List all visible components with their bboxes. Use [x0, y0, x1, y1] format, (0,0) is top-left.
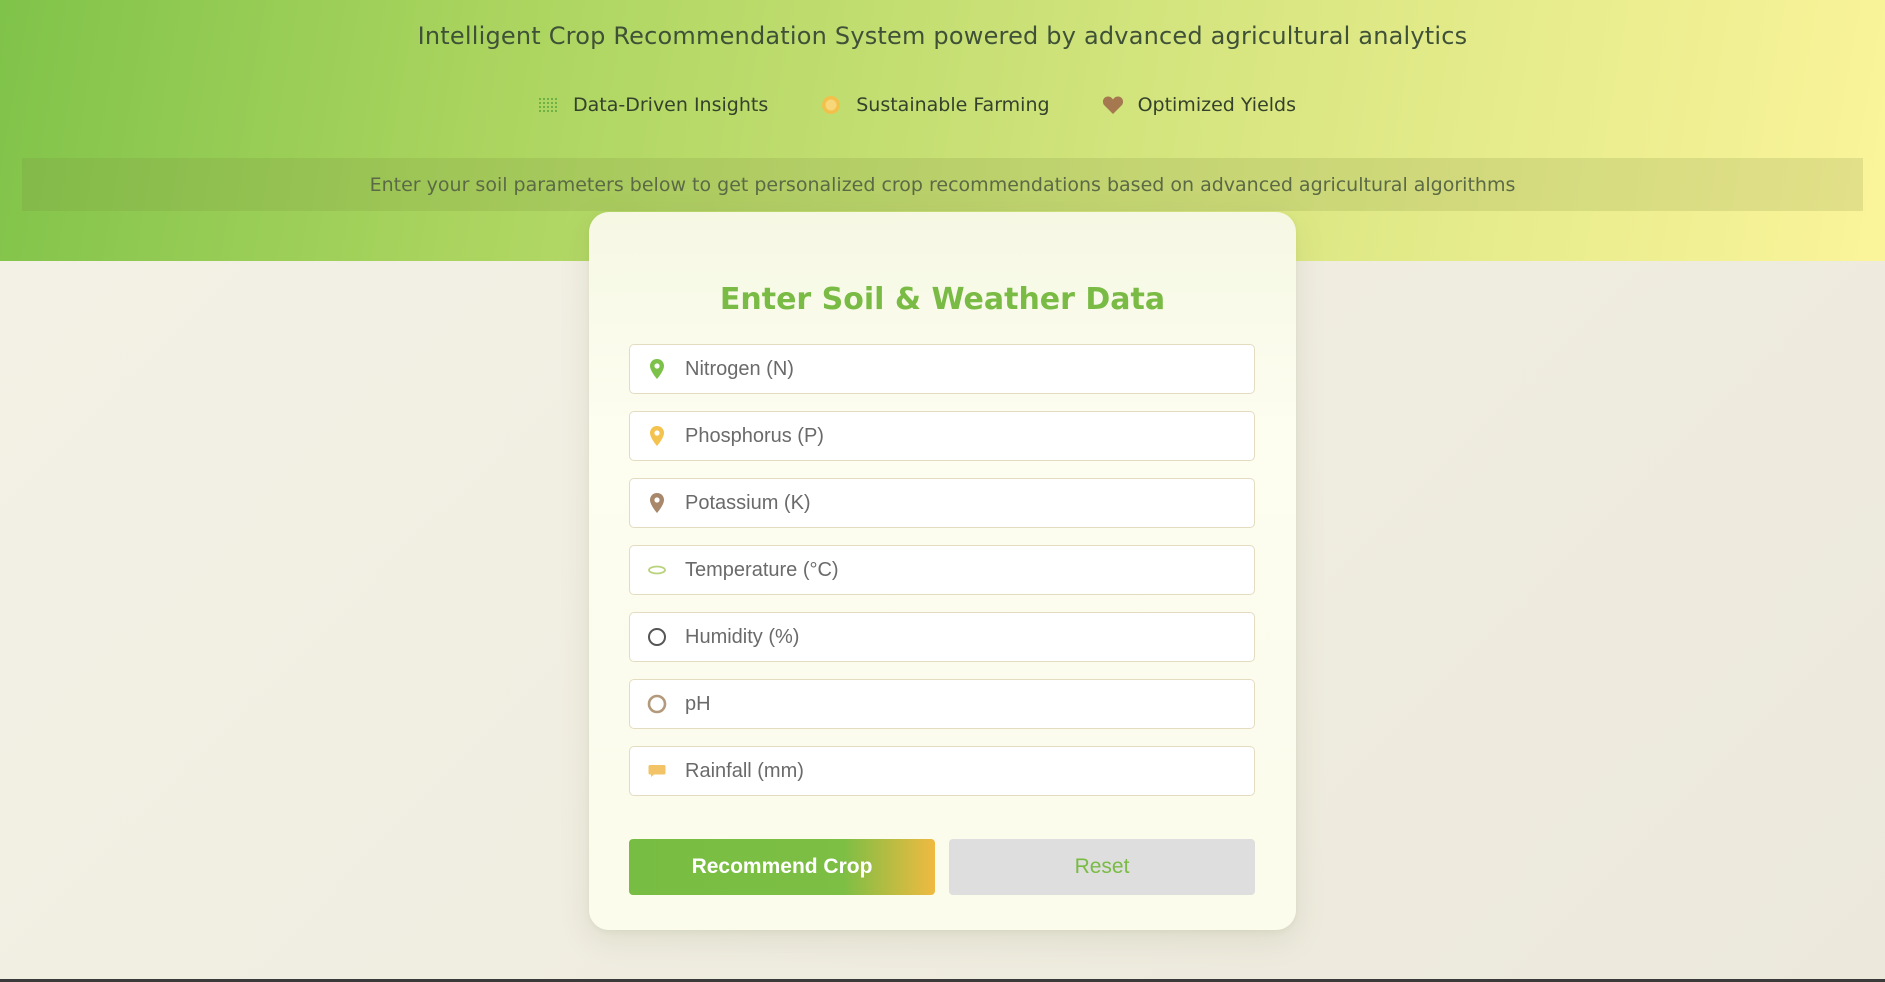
feature-sustainable: Sustainable Farming — [820, 94, 1050, 116]
potassium-field[interactable] — [629, 478, 1255, 528]
hero-subtitle: Intelligent Crop Recommendation System p… — [417, 22, 1468, 50]
map-pin-icon — [646, 358, 668, 380]
cloud-rain-icon — [646, 760, 668, 782]
humidity-field[interactable] — [629, 612, 1255, 662]
map-pin-icon — [646, 492, 668, 514]
feature-data-driven: Data-Driven Insights — [537, 94, 768, 116]
temperature-input[interactable] — [685, 558, 1225, 582]
feature-list: Data-Driven Insights Sustainable Farming… — [0, 94, 1885, 116]
feature-label: Data-Driven Insights — [573, 94, 769, 116]
map-pin-icon — [646, 425, 668, 447]
rainfall-field[interactable] — [629, 746, 1255, 796]
nitrogen-input[interactable] — [685, 357, 1225, 381]
grid-dots-icon — [537, 94, 559, 116]
feature-label: Sustainable Farming — [856, 94, 1050, 116]
feature-label: Optimized Yields — [1137, 94, 1296, 116]
rainfall-input[interactable] — [685, 759, 1225, 783]
humidity-input[interactable] — [685, 625, 1225, 649]
form-title: Enter Soil & Weather Data — [719, 282, 1166, 317]
recommend-crop-button[interactable]: Recommend Crop — [629, 839, 935, 895]
info-banner: Enter your soil parameters below to get … — [22, 158, 1863, 211]
sun-icon — [820, 94, 842, 116]
heart-icon — [1102, 94, 1124, 116]
crop-form-card: Enter Soil & Weather Data Nitrogen (N) P… — [589, 212, 1296, 930]
phosphorus-input[interactable] — [685, 424, 1225, 448]
reset-button[interactable]: Reset — [949, 839, 1255, 895]
feature-optimized: Optimized Yields — [1102, 94, 1296, 116]
phosphorus-field[interactable] — [629, 411, 1255, 461]
droplet-icon — [646, 626, 668, 648]
ph-input[interactable] — [685, 692, 1225, 716]
potassium-input[interactable] — [685, 491, 1225, 515]
page-title-fragment — [930, 0, 956, 6]
thermometer-icon — [646, 559, 668, 581]
temperature-field[interactable] — [629, 545, 1255, 595]
ph-icon — [646, 693, 668, 715]
nitrogen-field[interactable] — [629, 344, 1255, 394]
ph-field[interactable] — [629, 679, 1255, 729]
